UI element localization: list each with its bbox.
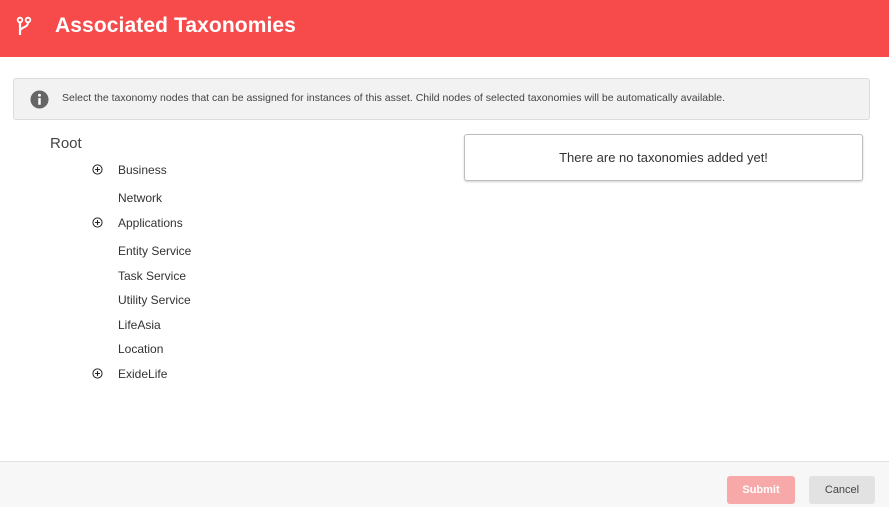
branch-icon (16, 16, 32, 35)
tree-item-applications[interactable]: Applications (118, 216, 183, 230)
selected-taxonomies-empty: There are no taxonomies added yet! (464, 134, 863, 181)
dialog-title: Associated Taxonomies (55, 14, 296, 37)
cancel-button[interactable]: Cancel (809, 476, 875, 504)
info-icon (30, 90, 49, 109)
tree-item-entity-service[interactable]: Entity Service (118, 244, 191, 258)
tree-item-exidelife[interactable]: ExideLife (118, 367, 167, 381)
tree-item-lifeasia[interactable]: LifeAsia (118, 318, 161, 332)
tree-item-utility-service[interactable]: Utility Service (118, 293, 191, 307)
tree-item-business[interactable]: Business (118, 163, 167, 177)
tree-item-task-service[interactable]: Task Service (118, 269, 186, 283)
info-banner: Select the taxonomy nodes that can be as… (13, 78, 870, 120)
info-text: Select the taxonomy nodes that can be as… (62, 92, 726, 104)
submit-button[interactable]: Submit (727, 476, 795, 504)
empty-message: There are no taxonomies added yet! (559, 150, 768, 165)
expand-icon[interactable] (92, 164, 103, 175)
expand-icon[interactable] (92, 217, 103, 228)
expand-icon[interactable] (92, 368, 103, 379)
tree-item-network[interactable]: Network (118, 191, 162, 205)
tree-root-label[interactable]: Root (50, 135, 82, 152)
dialog-header: Associated Taxonomies (0, 0, 889, 57)
tree-item-location[interactable]: Location (118, 342, 163, 356)
